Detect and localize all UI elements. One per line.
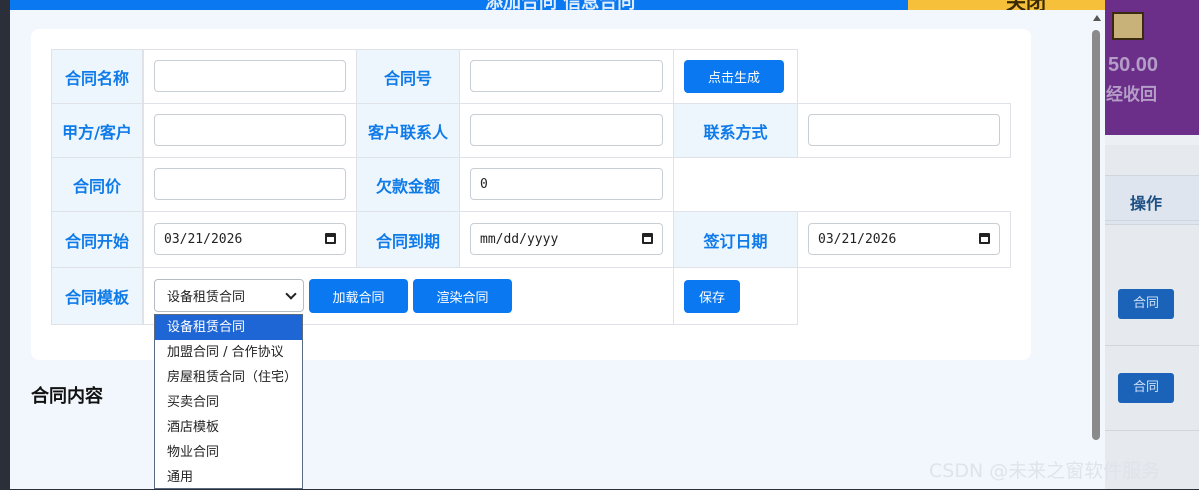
contract-no-input[interactable] (470, 60, 663, 92)
client-contact-input[interactable] (470, 114, 663, 146)
template-select[interactable]: 设备租赁合同 (154, 279, 304, 312)
calendar-icon[interactable] (642, 233, 653, 244)
cell-party-a (143, 103, 357, 158)
start-date-value: 03/21/2026 (164, 231, 243, 247)
end-date-input[interactable]: mm/dd/yyyy (470, 223, 663, 255)
label-contract-name: 合同名称 (51, 49, 143, 104)
template-option[interactable]: 房屋租赁合同（住宅） (155, 365, 302, 390)
cell-save: 保存 (673, 267, 798, 325)
watermark: CSDN @未来之窗软件服务 (929, 460, 1161, 482)
cell-contract-price (143, 157, 357, 212)
label-start-date: 合同开始 (51, 211, 143, 268)
promo-amount: 50.00 (1108, 54, 1159, 76)
generate-contract-no-button[interactable]: 点击生成 (684, 60, 784, 93)
cell-start-date: 03/21/2026 (143, 211, 357, 268)
label-end-date: 合同到期 (356, 211, 460, 268)
load-contract-button[interactable]: 加载合同 (309, 279, 408, 313)
contract-name-input[interactable] (154, 60, 346, 92)
template-option[interactable]: 物业合同 (155, 440, 302, 465)
label-contract-price: 合同价 (51, 157, 143, 212)
label-party-a: 甲方/客户 (51, 103, 143, 158)
render-contract-button[interactable]: 渲染合同 (413, 279, 512, 313)
cell-client-contact (459, 103, 674, 158)
template-option[interactable]: 通用 (155, 465, 302, 490)
end-date-value: mm/dd/yyyy (480, 231, 559, 247)
template-dropdown: 设备租赁合同 加盟合同 / 合作协议 房屋租赁合同（住宅） 买卖合同 酒店模板 … (154, 314, 303, 489)
cell-sign-date: 03/21/2026 (797, 211, 1011, 268)
label-contact-method: 联系方式 (673, 103, 798, 158)
calendar-icon[interactable] (325, 233, 336, 244)
cell-contact-method (797, 103, 1011, 158)
save-button[interactable]: 保存 (684, 280, 740, 313)
label-sign-date: 签订日期 (673, 211, 798, 268)
sign-date-input[interactable]: 03/21/2026 (808, 223, 1000, 255)
sign-date-value: 03/21/2026 (818, 231, 897, 247)
cell-end-date: mm/dd/yyyy (459, 211, 674, 268)
row-contract-button[interactable]: 合同 (1118, 289, 1174, 319)
template-option[interactable]: 买卖合同 (155, 390, 302, 415)
contract-price-input[interactable] (154, 168, 346, 200)
label-contract-no: 合同号 (356, 49, 460, 104)
background-edge (0, 0, 10, 489)
chevron-down-icon (285, 288, 297, 300)
close-label: 关闭 (1006, 0, 1046, 10)
close-button[interactable]: 关闭 (908, 0, 1105, 10)
row-contract-button[interactable]: 合同 (1118, 373, 1174, 403)
contact-method-input[interactable] (808, 114, 1000, 146)
start-date-input[interactable]: 03/21/2026 (154, 223, 346, 255)
promo-status: 经收回 (1106, 85, 1157, 105)
money-icon (1112, 12, 1144, 40)
modal-header: 添加合同 信息合同 (10, 0, 908, 10)
scroll-up-arrow-icon[interactable] (1093, 15, 1101, 21)
template-option[interactable]: 酒店模板 (155, 415, 302, 440)
template-option[interactable]: 加盟合同 / 合作协议 (155, 340, 302, 365)
arrears-input[interactable]: 0 (470, 168, 663, 200)
label-template: 合同模板 (51, 267, 143, 325)
party-a-input[interactable] (154, 114, 346, 146)
calendar-icon[interactable] (979, 233, 990, 244)
modal-title: 添加合同 信息合同 (485, 0, 635, 10)
template-option[interactable]: 设备租赁合同 (155, 315, 302, 340)
column-header-actions: 操作 (1130, 194, 1163, 213)
label-arrears: 欠款金额 (356, 157, 460, 212)
cell-contract-name (143, 49, 357, 104)
contract-content-title: 合同内容 (31, 386, 103, 407)
scrollbar-thumb[interactable] (1092, 30, 1100, 440)
cell-generate: 点击生成 (673, 49, 798, 104)
cell-contract-no (459, 49, 674, 104)
template-selected-value: 设备租赁合同 (167, 290, 246, 305)
label-client-contact: 客户联系人 (356, 103, 460, 158)
cell-arrears: 0 (459, 157, 674, 212)
